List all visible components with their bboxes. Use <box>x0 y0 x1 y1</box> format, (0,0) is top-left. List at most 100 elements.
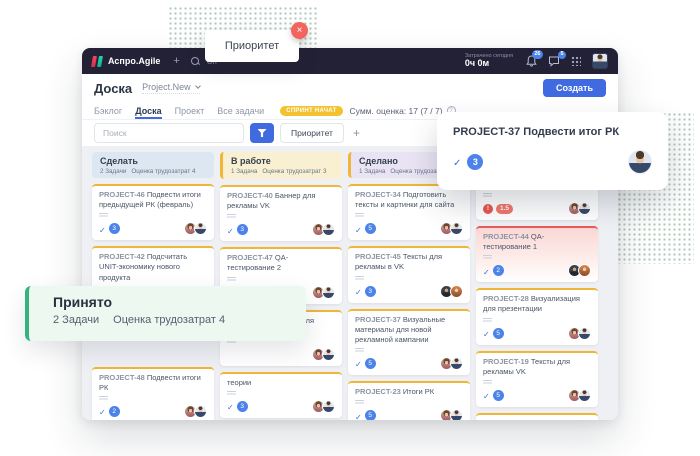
avatar-group <box>312 286 335 299</box>
check-icon <box>453 153 461 171</box>
estimate-badge: 5 <box>365 223 376 234</box>
check-icon <box>483 386 490 404</box>
card-footer: 3 <box>227 223 335 236</box>
description-icon <box>355 276 364 281</box>
task-code: PROJECT-19 <box>483 357 529 366</box>
estimate-badge: 3 <box>365 286 376 297</box>
task-code: PROJECT-37 <box>355 315 401 324</box>
apps-grid-icon[interactable] <box>571 56 581 66</box>
add-icon[interactable]: + <box>173 56 179 67</box>
accepted-tooltip-subtitle: 2 Задачи Оценка трудозатрат 4 <box>53 314 306 326</box>
avatar-orange <box>578 264 591 277</box>
priority-filter-chip[interactable]: Приоритет <box>280 123 344 143</box>
estimate-badge: 3 <box>237 224 248 235</box>
board-card[interactable]: PROJECT-34Подготовить тексты и картинки … <box>348 184 470 240</box>
chevron-down-icon <box>195 83 201 89</box>
avatar-group <box>312 348 335 361</box>
page-title: Доска <box>94 81 132 96</box>
card-footer: 3 <box>355 285 463 298</box>
estimate-badge: 2 <box>109 406 120 417</box>
column-subtitle: 2 ЗадачиОценка трудозатрат 4 <box>100 168 206 175</box>
column-header[interactable]: Сделать 2 ЗадачиОценка трудозатрат 4 <box>92 152 214 178</box>
avatar-man <box>322 223 335 236</box>
column-subtitle: 1 ЗадачаОценка трудозатрат 3 <box>231 168 334 175</box>
card-title: PROJECT-34Подготовить тексты и картинки … <box>355 190 463 210</box>
tab-2[interactable]: Доска <box>135 102 161 119</box>
task-code: PROJECT-44 <box>483 232 529 241</box>
avatar-man <box>450 357 463 370</box>
board-toolbar: Доска Project.New Создать <box>82 74 618 102</box>
card-footer: 2 <box>483 264 591 277</box>
estimate-badge: 3 <box>109 223 120 234</box>
column-title: Сделать <box>100 156 206 166</box>
estimate-badge: 3 <box>237 401 248 412</box>
avatar-man <box>194 222 207 235</box>
time-tracker-value: 0ч 0м <box>465 59 513 69</box>
task-code: PROJECT-40 <box>227 191 273 200</box>
filter-button[interactable] <box>250 123 274 143</box>
description-icon <box>355 348 364 353</box>
avatar-group <box>440 357 463 370</box>
sprint-status-badge: СПРИНТ НАЧАТ <box>280 106 342 116</box>
stage: Аспро.Agile + Сп Затрачено сегодня 0ч 0м… <box>0 0 700 456</box>
board-column-done: Сделано1 ЗадачаОценка трудозатратPROJECT… <box>348 152 470 420</box>
description-icon <box>227 277 236 282</box>
tab-4[interactable]: Все задачи <box>217 102 264 119</box>
add-filter-button[interactable]: + <box>353 127 360 139</box>
notifications-button[interactable]: 26 <box>526 55 537 67</box>
board-card[interactable]: теории 3 <box>220 372 342 418</box>
avatar-group <box>184 222 207 235</box>
board-card[interactable]: PROJECT-16Подвести итоги РК <box>476 413 598 420</box>
app-logo[interactable]: Аспро.Agile <box>92 56 160 67</box>
avatar-group <box>440 285 463 298</box>
task-code: PROJECT-45 <box>355 252 401 261</box>
board-card[interactable]: PROJECT-44QA-тестирование 12 <box>476 226 598 282</box>
check-icon <box>99 402 106 420</box>
card-footer: !1.5 <box>483 202 591 215</box>
description-icon <box>483 193 492 198</box>
board-card[interactable]: PROJECT-28Визуализация для презентации5 <box>476 288 598 344</box>
avatar-man <box>578 389 591 402</box>
task-code: PROJECT-48 <box>99 373 145 382</box>
estimate-badge: 5 <box>365 358 376 369</box>
card-title: PROJECT-19Тексты для рекламы VK <box>483 357 591 377</box>
estimate-badge: 5 <box>493 390 504 401</box>
time-tracker[interactable]: Затрачено сегодня 0ч 0м <box>465 53 513 69</box>
board-card[interactable]: PROJECT-45Тексты для рекламы в VK3 <box>348 246 470 302</box>
description-icon <box>227 214 236 219</box>
tab-3[interactable]: Проект <box>175 102 205 119</box>
board-card[interactable]: PROJECT-19Тексты для рекламы VK 5 <box>476 351 598 407</box>
board-card[interactable]: PROJECT-23Итоги РК5 <box>348 381 470 420</box>
board-card[interactable]: PROJECT-46Подвести итоги предыдущей РК (… <box>92 184 214 240</box>
board-card[interactable]: PROJECT-48Подвести итоги РК2 <box>92 367 214 420</box>
create-button[interactable]: Создать <box>543 79 606 97</box>
tab-1[interactable]: Бэклог <box>94 102 122 119</box>
close-icon[interactable] <box>291 22 308 39</box>
task-popup-title: PROJECT-37 Подвести итог РК <box>453 126 652 138</box>
messages-button[interactable]: 5 <box>548 56 560 67</box>
card-title: теории <box>227 378 335 388</box>
estimate-badge: 2 <box>493 265 504 276</box>
card-title: PROJECT-16Подвести итоги РК <box>483 419 591 420</box>
search-icon[interactable] <box>191 57 200 66</box>
description-icon <box>483 318 492 323</box>
avatar-man <box>322 400 335 413</box>
avatar-group <box>568 327 591 340</box>
task-code: PROJECT-16 <box>483 419 529 420</box>
board-card[interactable]: PROJECT-40Баннер для рекламы VK3 <box>220 185 342 241</box>
column-estimate: Оценка трудозатрат 4 <box>131 168 195 175</box>
search-input[interactable] <box>94 123 244 143</box>
description-icon <box>355 400 364 405</box>
column-title: В работе <box>231 156 334 166</box>
board-card[interactable]: PROJECT-37Визуальные материалы для новой… <box>348 309 470 375</box>
accepted-column-tooltip: Принято 2 Задачи Оценка трудозатрат 4 <box>25 286 306 341</box>
column-header[interactable]: В работе 1 ЗадачаОценка трудозатрат 3 <box>220 152 342 179</box>
notifications-badge: 26 <box>532 50 543 59</box>
check-icon <box>355 282 362 300</box>
card-footer: 5 <box>483 327 591 340</box>
project-selector[interactable]: Project.New <box>142 82 200 94</box>
task-code: PROJECT-47 <box>227 253 273 262</box>
user-avatar[interactable] <box>592 53 608 69</box>
task-code: PROJECT-42 <box>99 252 145 261</box>
task-popup-card[interactable]: PROJECT-37 Подвести итог РК 3 <box>437 112 668 190</box>
